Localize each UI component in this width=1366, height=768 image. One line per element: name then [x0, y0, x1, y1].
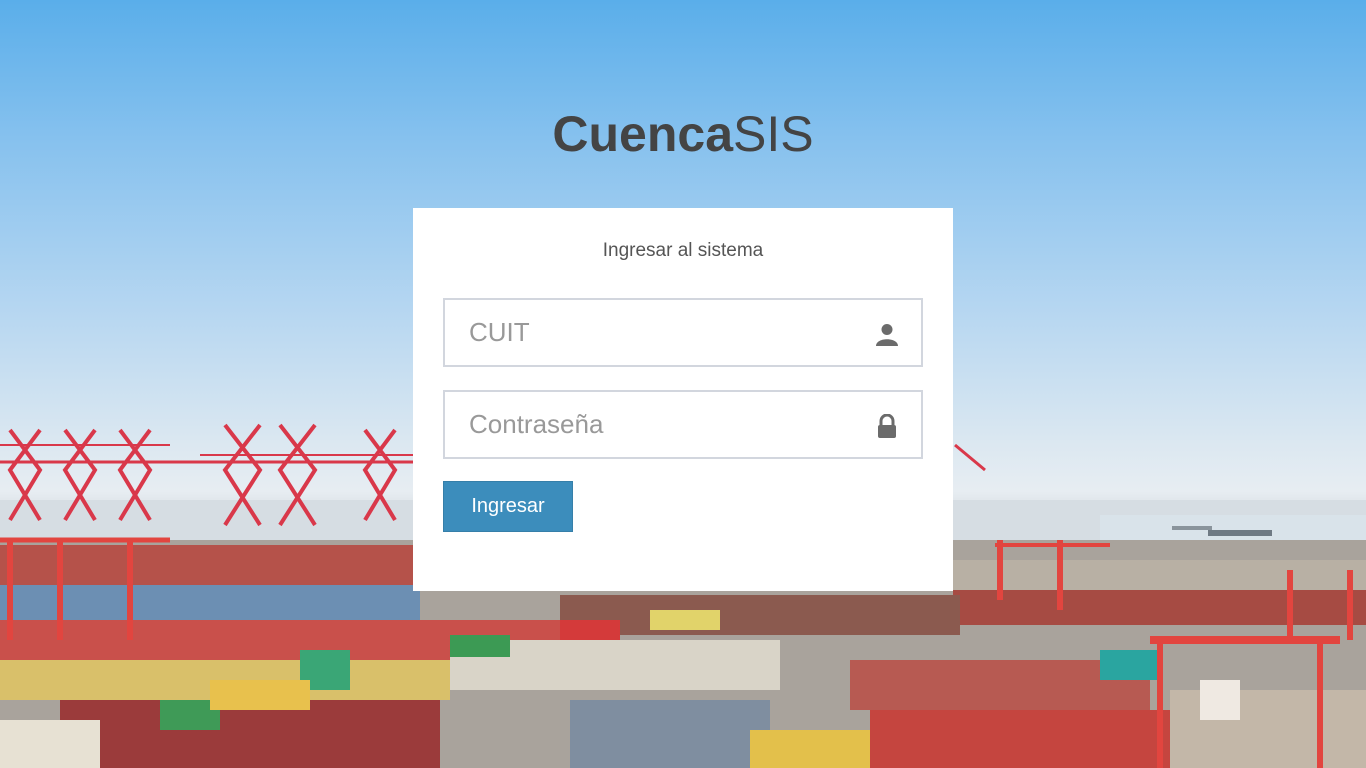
- brand-bold: Cuenca: [552, 106, 734, 162]
- user-icon: [875, 322, 899, 346]
- login-submit-button[interactable]: Ingresar: [443, 481, 573, 532]
- password-input[interactable]: [445, 392, 921, 457]
- cuit-input[interactable]: [445, 300, 921, 365]
- login-box-title: Ingresar al sistema: [602, 240, 764, 261]
- cuit-field: [443, 298, 923, 367]
- login-box: Ingresar al sistema Ingresar: [413, 208, 953, 591]
- app-logo-title: CuencaSIS: [0, 104, 1366, 164]
- password-field: [443, 390, 923, 459]
- lock-icon: [875, 413, 899, 438]
- brand-light: SIS: [733, 106, 814, 162]
